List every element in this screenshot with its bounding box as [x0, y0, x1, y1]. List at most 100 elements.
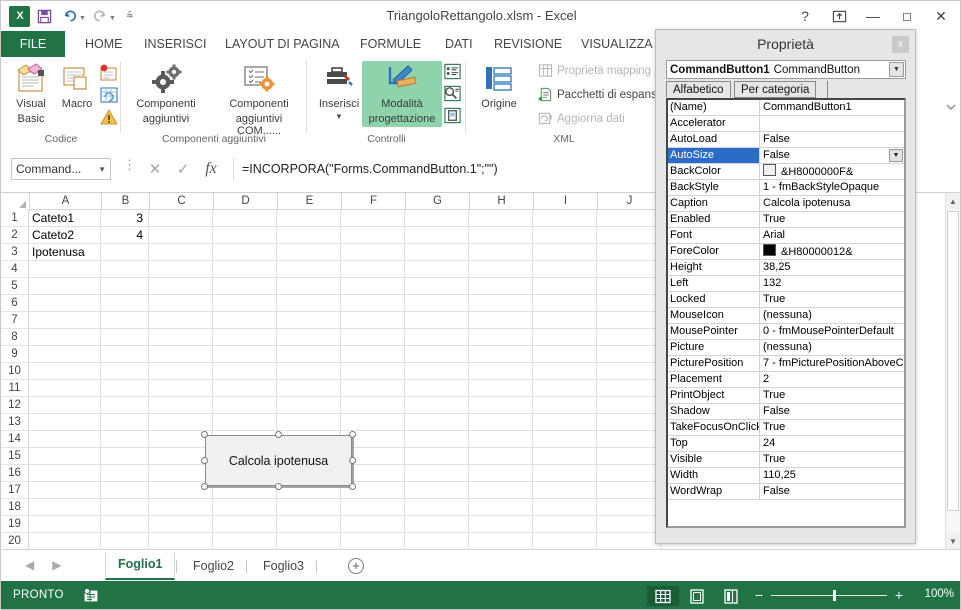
cell-B20[interactable] — [101, 533, 149, 549]
property-value[interactable]: 2 — [760, 372, 904, 387]
cell-E8[interactable] — [277, 329, 341, 346]
cell-I16[interactable] — [533, 465, 597, 482]
cell-C19[interactable] — [149, 516, 213, 533]
property-value[interactable]: False — [760, 404, 904, 419]
cell-E9[interactable] — [277, 346, 341, 363]
cell-H10[interactable] — [469, 363, 533, 380]
cell-D13[interactable] — [213, 414, 277, 431]
column-header-d[interactable]: D — [214, 193, 278, 210]
property-row-placement[interactable]: Placement 2 — [668, 372, 904, 388]
column-header-c[interactable]: C — [150, 193, 214, 210]
cell-F20[interactable] — [341, 533, 405, 549]
page-layout-view-icon[interactable] — [681, 586, 713, 606]
property-value[interactable]: True — [760, 452, 904, 467]
cell-I4[interactable] — [533, 261, 597, 278]
use-relative-references-icon[interactable] — [99, 85, 119, 105]
cell-H12[interactable] — [469, 397, 533, 414]
cell-C6[interactable] — [149, 295, 213, 312]
cell-J17[interactable] — [597, 482, 661, 499]
cell-J19[interactable] — [597, 516, 661, 533]
cell-A3[interactable]: Ipotenusa — [29, 244, 101, 261]
cell-A6[interactable] — [29, 295, 101, 312]
cell-A19[interactable] — [29, 516, 101, 533]
ribbon-tab-visualizza[interactable]: VISUALIZZA — [569, 31, 665, 57]
cell-C20[interactable] — [149, 533, 213, 549]
property-row-height[interactable]: Height 38,25 — [668, 260, 904, 276]
property-row-caption[interactable]: Caption Calcola ipotenusa — [668, 196, 904, 212]
cell-G3[interactable] — [405, 244, 469, 261]
property-row-backcolor[interactable]: BackColor &H8000000F& — [668, 164, 904, 180]
cell-B12[interactable] — [101, 397, 149, 414]
cell-A2[interactable]: Cateto2 — [29, 227, 101, 244]
vertical-scroll-thumb[interactable] — [947, 211, 959, 511]
sheet-tab-foglio1[interactable]: Foglio1 — [105, 552, 176, 580]
cell-F8[interactable] — [341, 329, 405, 346]
cell-I6[interactable] — [533, 295, 597, 312]
select-all-button[interactable] — [1, 193, 30, 211]
cell-C8[interactable] — [149, 329, 213, 346]
next-sheet-icon[interactable]: ▶ — [52, 558, 61, 572]
cell-D2[interactable] — [213, 227, 277, 244]
cell-H3[interactable] — [469, 244, 533, 261]
cell-H19[interactable] — [469, 516, 533, 533]
origine-button[interactable]: Origine — [470, 61, 528, 110]
cell-G12[interactable] — [405, 397, 469, 414]
cell-C5[interactable] — [149, 278, 213, 295]
componenti-aggiuntivi-button[interactable]: Componenti aggiuntivi — [127, 61, 205, 125]
cell-A11[interactable] — [29, 380, 101, 397]
column-header-f[interactable]: F — [342, 193, 406, 210]
cell-G20[interactable] — [405, 533, 469, 549]
cell-F1[interactable] — [341, 210, 405, 227]
property-row-left[interactable]: Left 132 — [668, 276, 904, 292]
cell-E6[interactable] — [277, 295, 341, 312]
cell-E7[interactable] — [277, 312, 341, 329]
cell-H17[interactable] — [469, 482, 533, 499]
cell-J12[interactable] — [597, 397, 661, 414]
cell-G11[interactable] — [405, 380, 469, 397]
cell-C18[interactable] — [149, 499, 213, 516]
cell-H5[interactable] — [469, 278, 533, 295]
cell-C9[interactable] — [149, 346, 213, 363]
cancel-formula-icon[interactable]: ✕ — [141, 158, 169, 180]
cell-G1[interactable] — [405, 210, 469, 227]
cell-H14[interactable] — [469, 431, 533, 448]
row-header-1[interactable]: 1 — [1, 210, 29, 227]
zoom-in-icon[interactable]: + — [894, 587, 904, 603]
cell-G7[interactable] — [405, 312, 469, 329]
properties-icon[interactable] — [443, 62, 463, 82]
cell-H11[interactable] — [469, 380, 533, 397]
zoom-level-label[interactable]: 100% — [925, 588, 954, 600]
cell-I3[interactable] — [533, 244, 597, 261]
property-value[interactable]: 132 — [760, 276, 904, 291]
cell-J3[interactable] — [597, 244, 661, 261]
cell-A16[interactable] — [29, 465, 101, 482]
cell-H4[interactable] — [469, 261, 533, 278]
zoom-out-icon[interactable]: − — [754, 587, 764, 603]
property-row-autosize[interactable]: AutoSize False ▼ — [668, 148, 904, 164]
name-box[interactable]: Command... ▼ — [11, 158, 111, 180]
cell-C2[interactable] — [149, 227, 213, 244]
property-row-visible[interactable]: Visible True — [668, 452, 904, 468]
resize-handle-s[interactable] — [275, 483, 282, 490]
property-value[interactable]: True — [760, 212, 904, 227]
resize-handle-n[interactable] — [275, 431, 282, 438]
cell-B9[interactable] — [101, 346, 149, 363]
cell-H7[interactable] — [469, 312, 533, 329]
cell-F18[interactable] — [341, 499, 405, 516]
cell-B17[interactable] — [101, 482, 149, 499]
cell-B4[interactable] — [101, 261, 149, 278]
view-code-icon[interactable] — [443, 84, 463, 104]
insert-function-icon[interactable]: fx — [197, 158, 225, 180]
cell-B2[interactable]: 4 — [101, 227, 149, 244]
column-header-b[interactable]: B — [102, 193, 150, 210]
cell-A14[interactable] — [29, 431, 101, 448]
row-header-2[interactable]: 2 — [1, 227, 29, 244]
cell-B8[interactable] — [101, 329, 149, 346]
cell-A9[interactable] — [29, 346, 101, 363]
column-header-j[interactable]: J — [598, 193, 662, 210]
property-row-name[interactable]: (Name) CommandButton1 — [668, 100, 904, 116]
cell-I14[interactable] — [533, 431, 597, 448]
property-value[interactable]: False — [760, 132, 904, 147]
cell-G10[interactable] — [405, 363, 469, 380]
property-value[interactable]: Calcola ipotenusa — [760, 196, 904, 211]
